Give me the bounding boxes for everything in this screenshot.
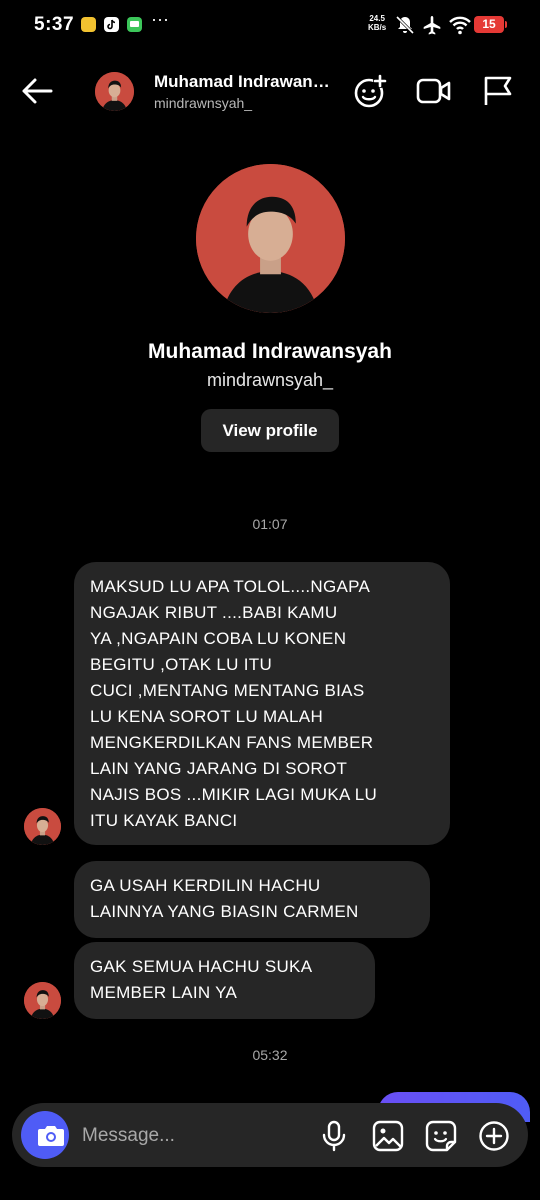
effects-icon [354,74,387,108]
message-line: LAIN YANG JARANG DI SOROT [90,759,348,778]
person-photo [196,164,345,313]
message-line: NGAJAK RIBUT ....BABI KAMU [90,603,338,622]
message-line: MENGKERDILKAN FANS MEMBER [90,733,374,752]
camera-icon [38,1126,64,1146]
person-photo [95,72,134,111]
add-button[interactable] [478,1120,510,1152]
back-arrow-icon [22,78,53,104]
status-time: 5:37 [34,14,75,35]
tiktok-icon [104,17,119,32]
message-line: CUCI ,MENTANG MENTANG BIAS [90,681,365,700]
network-speed: 24.5 KB/s [368,14,387,32]
message-timestamp: 01:07 [252,516,288,532]
message-bubble[interactable]: GAK SEMUA HACHU SUKA MEMBER LAIN YA [74,942,375,1019]
camera-button[interactable] [21,1111,69,1159]
sticker-button[interactable] [425,1120,457,1152]
person-photo [24,808,61,845]
profile-username: mindrawnsyah_ [206,370,334,390]
message-line: BEGITU ,OTAK LU ITU [90,655,273,674]
view-profile-button[interactable]: View profile [201,409,339,452]
gallery-icon [372,1120,404,1152]
message-line: NAJIS BOS ...MIKIR LAGI MUKA LU [90,785,378,804]
header-username[interactable]: mindrawnsyah_ [154,95,252,111]
video-call-button[interactable] [416,76,452,106]
wifi-icon [449,16,471,35]
sender-avatar[interactable] [24,982,61,1019]
more-notifications: ··· [151,9,169,29]
airplane-mode-icon [423,16,441,35]
header-name[interactable]: Muhamad Indrawansyah [154,72,332,92]
add-icon [479,1121,509,1151]
profile-avatar[interactable] [196,164,345,313]
message-input[interactable] [80,1118,304,1154]
message-line: LAINNYA YANG BIASIN CARMEN [90,902,359,921]
gallery-app-icon [81,17,96,32]
message-line: ITU KAYAK BANCI [90,811,238,830]
battery-icon: 15 [474,16,507,33]
message-line: LU KENA SOROT LU MALAH [90,707,324,726]
report-button[interactable] [482,75,514,107]
avatar[interactable] [95,72,134,111]
sticker-icon [425,1120,457,1152]
sender-avatar[interactable] [24,808,61,845]
effects-button[interactable] [352,73,388,109]
microphone-icon [322,1120,346,1152]
message-line: MEMBER LAIN YA [90,983,238,1002]
message-line: YA ,NGAPAIN COBA LU KONEN [90,629,347,648]
message-bubble[interactable]: MAKSUD LU APA TOLOL....NGAPA NGAJAK RIBU… [74,562,450,845]
message-line: MAKSUD LU APA TOLOL....NGAPA [90,577,371,596]
gallery-button[interactable] [372,1120,404,1152]
message-line: GAK SEMUA HACHU SUKA [90,957,313,976]
message-timestamp: 05:32 [252,1047,288,1063]
voice-message-button[interactable] [320,1120,348,1152]
chat-app-icon [127,17,142,32]
video-call-icon [416,78,451,104]
report-flag-icon [484,76,512,105]
message-bubble[interactable]: GA USAH KERDILIN HACHU LAINNYA YANG BIAS… [74,861,430,938]
status-bar: 5:37 ··· 24.5 KB/s 15 [0,0,540,48]
profile-name: Muhamad Indrawansyah [148,340,392,363]
message-line: GA USAH KERDILIN HACHU [90,876,321,895]
mute-icon [395,15,415,35]
back-button[interactable] [20,76,54,106]
person-photo [24,982,61,1019]
